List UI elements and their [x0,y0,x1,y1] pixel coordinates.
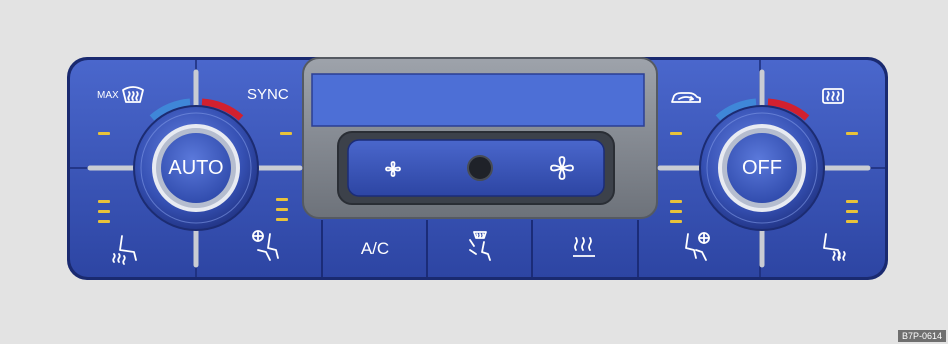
ac-button[interactable]: A/C [323,224,427,274]
indicator-left-top [98,132,110,135]
heated-seat-right-icon[interactable] [816,230,850,264]
ventilated-seat-right-icon[interactable] [680,228,716,264]
recirculation-car-icon[interactable] [669,88,703,106]
right-seat-vent-level-2 [670,210,682,213]
heated-seat-left-icon[interactable] [110,232,144,266]
fan-large-icon[interactable] [548,154,576,182]
front-defrost-icon[interactable] [120,84,146,106]
seat-heat-level-2 [98,210,110,213]
seat-heat-level-1 [98,200,110,203]
right-seat-heat-level-1 [846,200,858,203]
ventilated-seat-left-icon[interactable] [248,228,282,264]
panel-body [67,57,888,280]
right-seat-vent-level-1 [670,200,682,203]
climate-display [312,74,644,126]
fan-knob-center[interactable] [467,155,493,181]
seat-vent-level-3 [276,218,288,221]
sync-button[interactable]: SYNC [247,86,289,103]
off-button[interactable]: OFF [727,150,797,186]
seat-airflow-icon[interactable] [464,228,496,264]
right-seat-heat-level-2 [846,210,858,213]
indicator-sync [280,132,292,135]
indicator-recirculation [670,132,682,135]
figure-code-label: B7P-0614 [897,330,946,342]
seat-vent-level-2 [276,208,288,211]
seat-heat-level-3 [98,220,110,223]
rear-defrost-icon[interactable] [820,86,846,106]
auto-button[interactable]: AUTO [161,150,231,186]
footwell-heat-icon[interactable] [570,234,600,262]
seat-vent-level-1 [276,198,288,201]
climate-panel-figure: AUTO OFF MAX SYNC A/C B7P-0614 [0,0,948,344]
right-seat-heat-level-3 [846,220,858,223]
fan-small-icon[interactable] [384,160,402,178]
right-seat-vent-level-3 [670,220,682,223]
max-defrost-label: MAX [97,90,119,101]
indicator-rear-defrost [846,132,858,135]
